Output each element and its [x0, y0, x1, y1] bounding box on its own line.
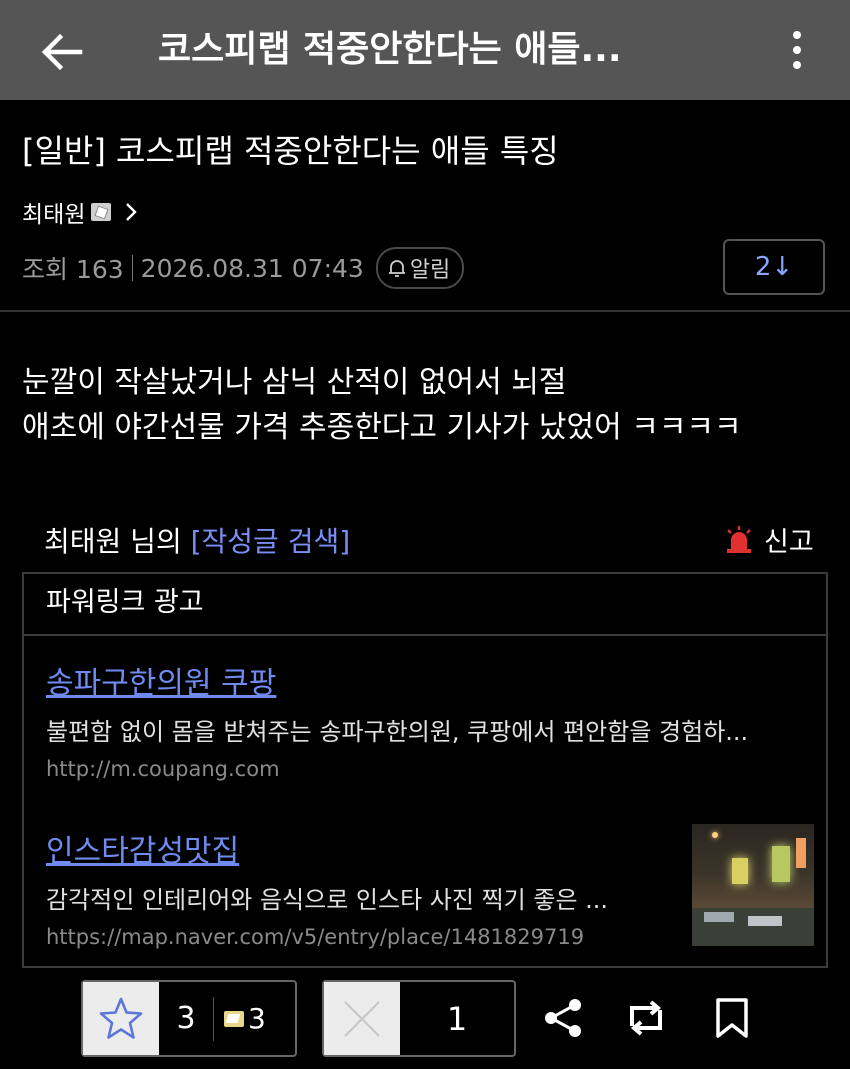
- author-search: 최태원 님의 [작성글 검색]: [44, 520, 350, 560]
- bottom-action-bar: 3 3 1: [0, 980, 850, 1069]
- ad-header: 파워링크 광고: [24, 574, 826, 636]
- ad-description: 감각적인 인테리어와 음식으로 인스타 사진 찍기 좋은 ...: [46, 886, 609, 914]
- bell-icon: [388, 260, 405, 277]
- post-body: 눈깔이 작살났거나 삼닉 산적이 없어서 뇌절 애초에 야간선물 가격 추종한다…: [22, 360, 742, 450]
- star-icon: [99, 997, 143, 1039]
- alarm-label: 알림: [409, 258, 451, 283]
- like-group: 3 3: [81, 980, 297, 1057]
- gift-count: 3: [248, 1002, 266, 1035]
- alarm-button[interactable]: 알림: [375, 247, 465, 289]
- gift-icon: [224, 1010, 244, 1027]
- back-arrow-icon[interactable]: [40, 30, 84, 74]
- dislike-button[interactable]: [324, 982, 400, 1055]
- comment-jump-button[interactable]: 2↓: [723, 239, 825, 295]
- author-link[interactable]: 최태원: [22, 196, 141, 228]
- dislike-group: 1: [322, 980, 516, 1057]
- more-options-icon[interactable]: [784, 28, 810, 72]
- page-title: 코스피랩 적중안한다는 애들...: [158, 29, 622, 70]
- ad-item[interactable]: 송파구한의원 쿠팡 불편함 없이 몸을 받쳐주는 송파구한의원, 쿠팡에서 편안…: [46, 658, 816, 781]
- divider: [0, 310, 850, 312]
- powerlink-ad-box: 파워링크 광고 송파구한의원 쿠팡 불편함 없이 몸을 받쳐주는 송파구한의원,…: [22, 572, 828, 968]
- x-icon: [344, 1000, 380, 1037]
- ad-title-link[interactable]: 송파구한의원 쿠팡: [46, 658, 816, 702]
- chevron-right-icon: [126, 203, 138, 221]
- ad-title-link[interactable]: 인스타감성맛집: [46, 826, 686, 870]
- like-count: 3: [176, 1001, 196, 1036]
- ad-url: https://map.naver.com/v5/entry/place/148…: [46, 925, 585, 949]
- ad-thumbnail-image[interactable]: [692, 824, 814, 946]
- comment-count: 2↓: [754, 252, 794, 282]
- repost-icon[interactable]: [624, 996, 668, 1040]
- author-posts-search-link[interactable]: [작성글 검색]: [191, 525, 351, 558]
- gift-button[interactable]: 3: [214, 982, 266, 1055]
- post-meta: 조회 163 2026.08.31 07:43 알림: [22, 247, 465, 289]
- app-header: 코스피랩 적중안한다는 애들...: [0, 0, 850, 100]
- ad-item[interactable]: 인스타감성맛집 감각적인 인테리어와 음식으로 인스타 사진 찍기 좋은 ...…: [46, 826, 686, 949]
- bookmark-icon[interactable]: [710, 996, 754, 1040]
- report-label: 신고: [764, 527, 814, 558]
- level-badge-icon: [91, 203, 112, 221]
- share-icon[interactable]: [542, 996, 586, 1040]
- report-button[interactable]: 신고: [724, 520, 814, 559]
- post-title: [일반] 코스피랩 적중안한다는 애들 특징: [22, 132, 559, 170]
- body-line: 애초에 야간선물 가격 추종한다고 기사가 났었어 ㅋㅋㅋㅋ: [22, 410, 742, 445]
- like-button[interactable]: [83, 982, 159, 1055]
- ad-description: 불편함 없이 몸을 받쳐주는 송파구한의원, 쿠팡에서 편안함을 경험하...: [46, 718, 749, 746]
- body-line: 눈깔이 작살났거나 삼닉 산적이 없어서 뇌절: [22, 365, 567, 400]
- post-date: 2026.08.31 07:43: [140, 253, 364, 283]
- meta-divider: [131, 255, 133, 281]
- view-count: 조회 163: [22, 255, 124, 284]
- author-search-prefix: 최태원 님의: [44, 525, 191, 558]
- ad-url: http://m.coupang.com: [46, 757, 280, 781]
- siren-icon: [727, 525, 751, 553]
- dislike-count: 1: [446, 999, 468, 1038]
- author-name: 최태원: [22, 202, 86, 228]
